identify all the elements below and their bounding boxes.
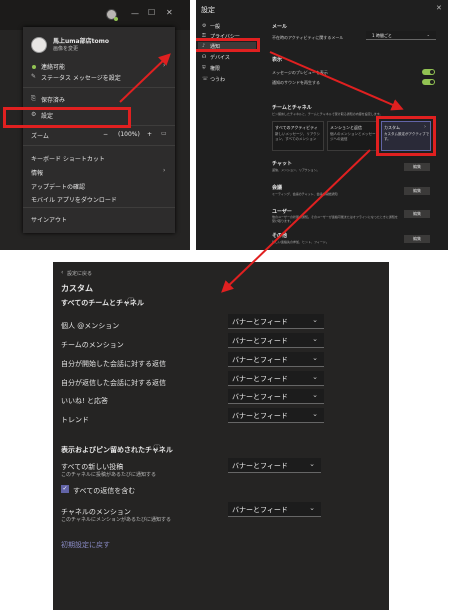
arrow-custom-to-panel <box>221 149 371 293</box>
arrow-settings-to-notifications <box>119 53 171 103</box>
connector-arrows <box>119 51 404 293</box>
arrow-notifications-to-custom <box>269 51 404 111</box>
